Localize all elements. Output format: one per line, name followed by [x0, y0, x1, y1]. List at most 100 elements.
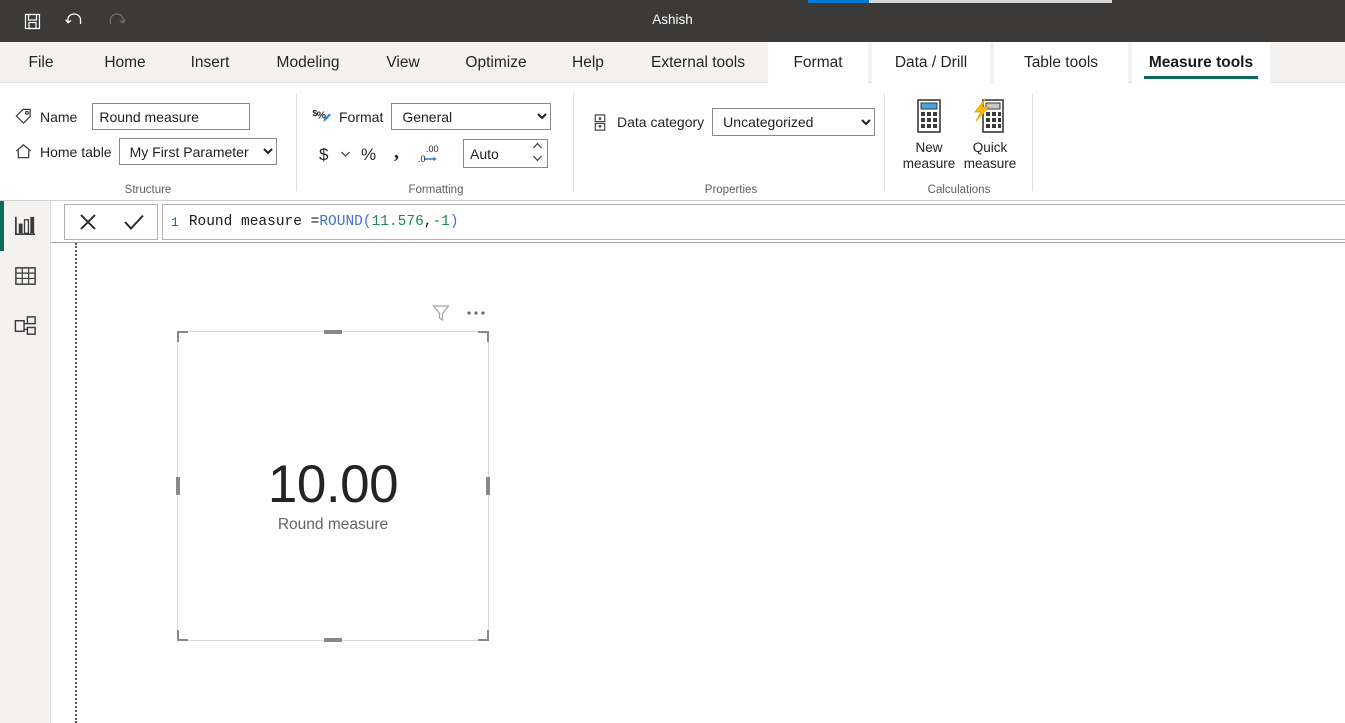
tab-label: View — [386, 54, 419, 72]
format-row: $ % Format General — [312, 103, 551, 130]
svg-text:.00: .00 — [426, 144, 439, 154]
tab-label: External tools — [651, 54, 745, 72]
ribbon-group-separator — [1032, 93, 1033, 191]
loading-progress-fill — [808, 0, 869, 3]
dax-arg-1: 11.576 — [372, 214, 424, 230]
sidebar-item-report-view[interactable] — [0, 201, 51, 251]
resize-handle-right[interactable] — [486, 477, 490, 495]
tab-label: Home — [104, 54, 145, 72]
format-pencil-icon: $ % — [312, 107, 333, 126]
format-select[interactable]: General — [391, 103, 551, 130]
calculator-icon — [910, 97, 948, 135]
line-number: 1 — [171, 215, 179, 230]
measure-name-label: Name — [40, 109, 77, 125]
quick-measure-label-line1: Quick — [973, 140, 1008, 155]
dax-function: ROUND — [319, 214, 363, 230]
ribbon-group-separator — [884, 93, 885, 191]
canvas-page-boundary — [75, 243, 77, 723]
ribbon-group-label: Formatting — [400, 184, 472, 196]
title-bar: Ashish — [0, 0, 1345, 42]
resize-handle-bottom[interactable] — [324, 638, 342, 642]
more-ellipsis-icon[interactable] — [465, 303, 487, 323]
svg-text:%: % — [361, 145, 376, 164]
svg-text:.0: .0 — [418, 154, 426, 164]
commit-formula-button[interactable] — [114, 205, 154, 239]
tab-external-tools[interactable]: External tools — [630, 42, 766, 83]
bar-chart-icon — [13, 214, 38, 239]
stepper-arrows[interactable] — [532, 141, 543, 163]
resize-handle-top-left[interactable] — [177, 331, 188, 342]
resize-handle-left[interactable] — [176, 477, 180, 495]
tab-file[interactable]: File — [16, 42, 66, 83]
tab-label: Insert — [191, 54, 230, 72]
tab-insert[interactable]: Insert — [180, 42, 240, 83]
resize-handle-bottom-right[interactable] — [478, 630, 489, 641]
tab-table-tools[interactable]: Table tools — [994, 42, 1128, 83]
model-icon — [13, 314, 38, 339]
dax-close-paren: ) — [450, 214, 459, 230]
sidebar-item-model-view[interactable] — [0, 301, 51, 351]
checkmark-icon — [122, 211, 146, 233]
dax-formula-bar: 1 Round measure = ROUND(11.576,-1) — [51, 201, 1345, 243]
dax-editor[interactable]: 1 Round measure = ROUND(11.576,-1) — [162, 204, 1345, 240]
sidebar-item-data-view[interactable] — [0, 251, 51, 301]
ribbon-group-label: Properties — [696, 184, 766, 196]
quick-measure-label-line2: measure — [964, 156, 1017, 171]
ribbon: Structure Formatting Properties Calculation… — [0, 83, 1345, 201]
chevron-down-icon — [532, 153, 543, 163]
data-category-select[interactable]: Uncategorized — [712, 108, 875, 136]
home-table-select[interactable]: My First Parameter — [119, 138, 277, 165]
dax-separator: , — [424, 214, 433, 230]
new-measure-label-line1: New — [915, 140, 942, 155]
tab-label: Format — [793, 54, 842, 72]
measure-name-input[interactable] — [92, 103, 250, 130]
tab-modeling[interactable]: Modeling — [258, 42, 358, 83]
percent-icon[interactable]: % — [355, 141, 381, 167]
ribbon-group-label: Calculations — [920, 184, 998, 196]
card-category-label: Round measure — [178, 516, 488, 534]
tab-label: Optimize — [465, 54, 526, 72]
chevron-down-icon[interactable] — [337, 141, 353, 167]
tab-home[interactable]: Home — [90, 42, 160, 83]
quick-measure-button[interactable]: Quick measure — [957, 97, 1023, 172]
tag-icon — [14, 107, 33, 126]
chevron-up-icon — [532, 141, 543, 151]
home-icon — [14, 142, 33, 161]
new-measure-label-line2: measure — [903, 156, 956, 171]
dax-arg-2: -1 — [432, 214, 449, 230]
home-table-label: Home table — [40, 144, 112, 160]
dollar-icon[interactable]: $ — [313, 141, 335, 167]
measure-name-row: Name — [14, 103, 250, 130]
svg-text:$: $ — [319, 145, 329, 164]
card-visual[interactable]: 10.00 Round measure — [177, 331, 489, 641]
resize-handle-bottom-left[interactable] — [177, 630, 188, 641]
tab-label: Table tools — [1024, 54, 1098, 72]
tab-data-drill[interactable]: Data / Drill — [872, 42, 990, 83]
resize-handle-top[interactable] — [324, 330, 342, 334]
tab-view[interactable]: View — [373, 42, 433, 83]
tab-help[interactable]: Help — [560, 42, 616, 83]
cancel-formula-button[interactable] — [68, 205, 108, 239]
ribbon-group-separator — [296, 93, 297, 191]
report-canvas[interactable]: 10.00 Round measure — [51, 243, 1345, 723]
decimal-places-stepper[interactable] — [463, 139, 548, 168]
svg-text:,: , — [394, 143, 399, 163]
new-measure-button[interactable]: New measure — [896, 97, 962, 172]
ribbon-group-label: Structure — [120, 184, 176, 196]
formula-actions — [64, 204, 158, 240]
tab-format[interactable]: Format — [768, 42, 868, 83]
card-visual-container[interactable]: 10.00 Round measure — [177, 331, 489, 641]
tab-optimize[interactable]: Optimize — [448, 42, 544, 83]
visual-header-icons — [431, 303, 487, 323]
dax-lhs: Round measure = — [189, 214, 320, 230]
tab-measure-tools[interactable]: Measure tools — [1132, 42, 1270, 83]
number-format-toolbar: $ % , .00 .0 — [313, 139, 548, 168]
decimal-places-icon[interactable]: .00 .0 — [415, 140, 445, 168]
resize-handle-top-right[interactable] — [478, 331, 489, 342]
document-title: Ashish — [0, 12, 1345, 27]
view-switcher-sidebar — [0, 201, 51, 723]
tab-label: File — [29, 54, 54, 72]
comma-icon[interactable]: , — [387, 141, 409, 167]
funnel-icon[interactable] — [431, 303, 451, 323]
close-x-icon — [77, 211, 99, 233]
